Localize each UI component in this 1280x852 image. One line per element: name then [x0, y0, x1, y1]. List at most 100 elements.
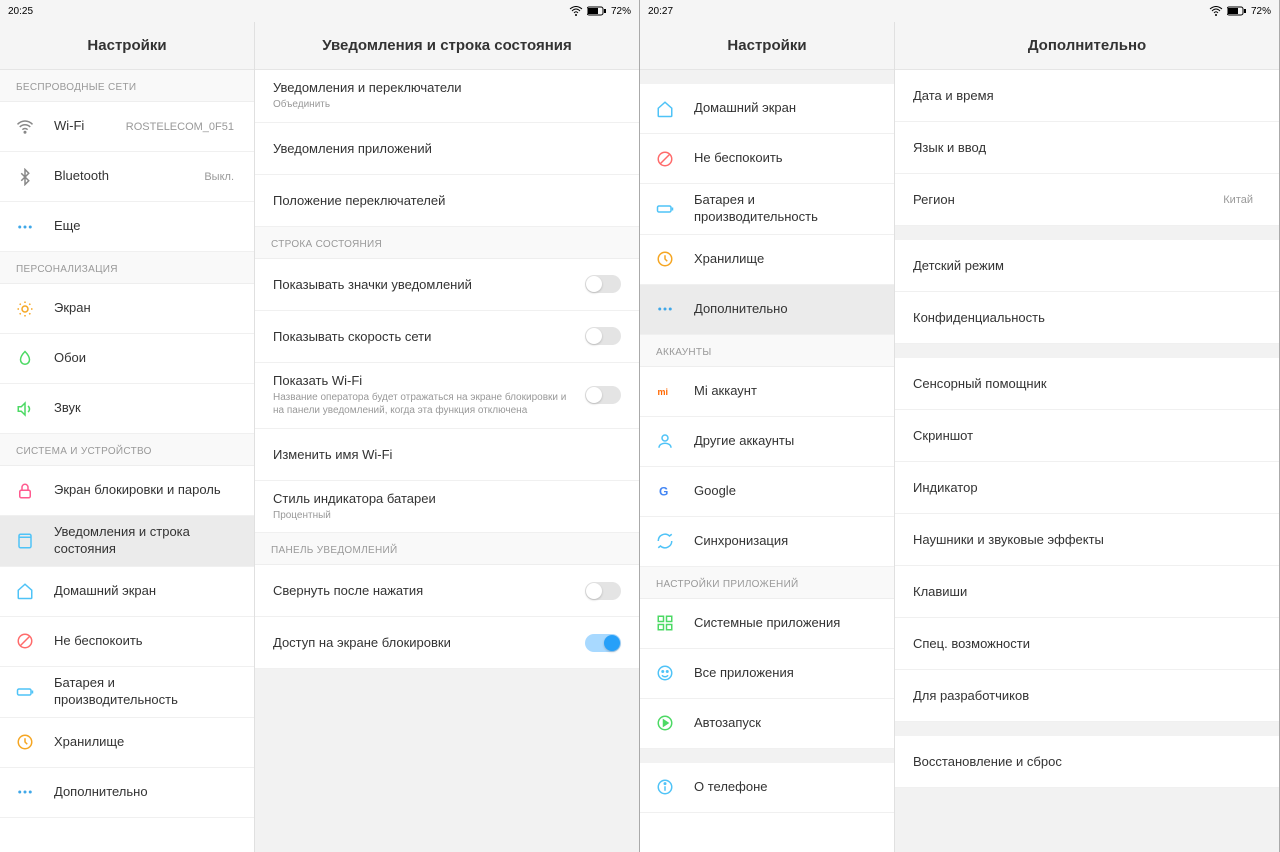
sidebar-item[interactable]: Домашний экран [0, 567, 254, 617]
setting-row[interactable]: Скриншот [895, 410, 1279, 462]
sidebar-item[interactable]: Обои [0, 334, 254, 384]
status-battery: 72% [611, 6, 631, 17]
additional-icon [654, 298, 676, 320]
detail-title: Уведомления и строка состояния [255, 22, 639, 70]
setting-row[interactable]: Индикатор [895, 462, 1279, 514]
sidebar-item[interactable]: Не беспокоить [640, 134, 894, 184]
sidebar-item[interactable]: BluetoothВыкл. [0, 152, 254, 202]
setting-row[interactable]: Уведомления приложений [255, 123, 639, 175]
sidebar-item[interactable]: Синхронизация [640, 517, 894, 567]
sidebar-item[interactable]: GGoogle [640, 467, 894, 517]
sidebar-item[interactable]: Автозапуск [640, 699, 894, 749]
toggle-switch[interactable] [585, 275, 621, 293]
sidebar-item-label: Системные приложения [694, 615, 880, 632]
sidebar-item[interactable]: Уведомления и строка состояния [0, 516, 254, 567]
sidebar-item[interactable]: Все приложения [640, 649, 894, 699]
setting-row[interactable]: Показывать значки уведомлений [255, 259, 639, 311]
toggle-switch[interactable] [585, 327, 621, 345]
section-header: БЕСПРОВОДНЫЕ СЕТИ [0, 70, 254, 102]
setting-row[interactable]: Спец. возможности [895, 618, 1279, 670]
setting-label: Изменить имя Wi-Fi [273, 447, 621, 462]
setting-row[interactable]: Положение переключателей [255, 175, 639, 227]
sidebar-item-label: Батарея и производительность [54, 675, 240, 709]
sidebar-item-label: Уведомления и строка состояния [54, 524, 240, 558]
setting-label: Восстановление и сброс [913, 754, 1261, 769]
sidebar-item-label: Автозапуск [694, 715, 880, 732]
setting-label: Дата и время [913, 88, 1261, 103]
setting-row[interactable]: Стиль индикатора батареи Процентный [255, 481, 639, 534]
sidebar-item[interactable]: Хранилище [640, 235, 894, 285]
sound-icon [14, 398, 36, 420]
sidebar-item[interactable]: Не беспокоить [0, 617, 254, 667]
setting-row[interactable]: Показывать скорость сети [255, 311, 639, 363]
setting-row[interactable]: Изменить имя Wi-Fi [255, 429, 639, 481]
sysapps-icon [654, 612, 676, 634]
setting-row[interactable]: Дата и время [895, 70, 1279, 122]
status-time: 20:27 [648, 6, 673, 17]
google-icon: G [654, 480, 676, 502]
sidebar-item[interactable]: Дополнительно [640, 285, 894, 335]
sidebar-item[interactable]: Другие аккаунты [640, 417, 894, 467]
sidebar-item[interactable]: Хранилище [0, 718, 254, 768]
sidebar-item[interactable]: Домашний экран [640, 84, 894, 134]
sidebar-item-label: Bluetooth [54, 168, 204, 185]
setting-row[interactable]: РегионКитай [895, 174, 1279, 226]
home-icon [654, 98, 676, 120]
bluetooth-icon [14, 166, 36, 188]
sync-icon [654, 530, 676, 552]
setting-label: Стиль индикатора батареи [273, 491, 621, 506]
setting-label: Конфиденциальность [913, 310, 1261, 325]
notif-icon [14, 530, 36, 552]
setting-row[interactable]: Наушники и звуковые эффекты [895, 514, 1279, 566]
setting-row[interactable]: Показать Wi-FiНазвание оператора будет о… [255, 363, 639, 429]
setting-row[interactable]: Язык и ввод [895, 122, 1279, 174]
sidebar-item-label: Дополнительно [54, 784, 240, 801]
toggle-switch[interactable] [585, 386, 621, 404]
sidebar-item[interactable]: miMi аккаунт [640, 367, 894, 417]
sidebar-item-label: Не беспокоить [694, 150, 880, 167]
sidebar-item-label: Все приложения [694, 665, 880, 682]
lock-icon [14, 480, 36, 502]
setting-row[interactable]: Детский режим [895, 240, 1279, 292]
setting-label: Клавиши [913, 584, 1261, 599]
sidebar-item-label: Домашний экран [694, 100, 880, 117]
setting-subtitle: Процентный [273, 509, 621, 523]
sidebar-item[interactable]: Системные приложения [640, 599, 894, 649]
sidebar-item[interactable]: Дополнительно [0, 768, 254, 818]
sidebar-item[interactable]: Экран [0, 284, 254, 334]
setting-label: Показывать скорость сети [273, 329, 577, 344]
setting-row[interactable]: Для разработчиков [895, 670, 1279, 722]
status-time: 20:25 [8, 6, 33, 17]
setting-row[interactable]: Уведомления и переключателиОбъединить [255, 70, 639, 123]
section-header: СТРОКА СОСТОЯНИЯ [255, 227, 639, 259]
sidebar-item[interactable]: Батарея и производительность [640, 184, 894, 235]
setting-label: Показывать значки уведомлений [273, 277, 577, 292]
setting-row[interactable]: Сенсорный помощник [895, 358, 1279, 410]
sidebar-item[interactable]: Wi-FiROSTELECOM_0F51 [0, 102, 254, 152]
detail-panel: Уведомления и строка состояния Уведомлен… [255, 22, 639, 852]
setting-subtitle: Объединить [273, 98, 621, 112]
battery-icon [14, 681, 36, 703]
sidebar-item[interactable]: Батарея и производительность [0, 667, 254, 718]
setting-row[interactable]: Клавиши [895, 566, 1279, 618]
screenshot-right: 20:27 72% Настройки Домашний экранНе бес… [640, 0, 1280, 852]
settings-sidebar: Настройки Домашний экранНе беспокоитьБат… [640, 22, 895, 852]
setting-row[interactable]: Свернуть после нажатия [255, 565, 639, 617]
sidebar-item-label: Не беспокоить [54, 633, 240, 650]
sidebar-item-value: Выкл. [204, 171, 234, 183]
sidebar-item[interactable]: Экран блокировки и пароль [0, 466, 254, 516]
status-right: 72% [1209, 6, 1271, 17]
status-right: 72% [569, 6, 631, 17]
toggle-switch[interactable] [585, 634, 621, 652]
setting-label: Показать Wi-Fi [273, 373, 577, 388]
sidebar-item[interactable]: Звук [0, 384, 254, 434]
sidebar-item[interactable]: Еще [0, 202, 254, 252]
setting-row[interactable]: Конфиденциальность [895, 292, 1279, 344]
dnd-icon [654, 148, 676, 170]
section-header: СИСТЕМА И УСТРОЙСТВО [0, 434, 254, 466]
sidebar-item[interactable]: О телефоне [640, 763, 894, 813]
setting-row[interactable]: Восстановление и сброс [895, 736, 1279, 788]
setting-row[interactable]: Доступ на экране блокировки [255, 617, 639, 669]
setting-label: Доступ на экране блокировки [273, 635, 577, 650]
toggle-switch[interactable] [585, 582, 621, 600]
